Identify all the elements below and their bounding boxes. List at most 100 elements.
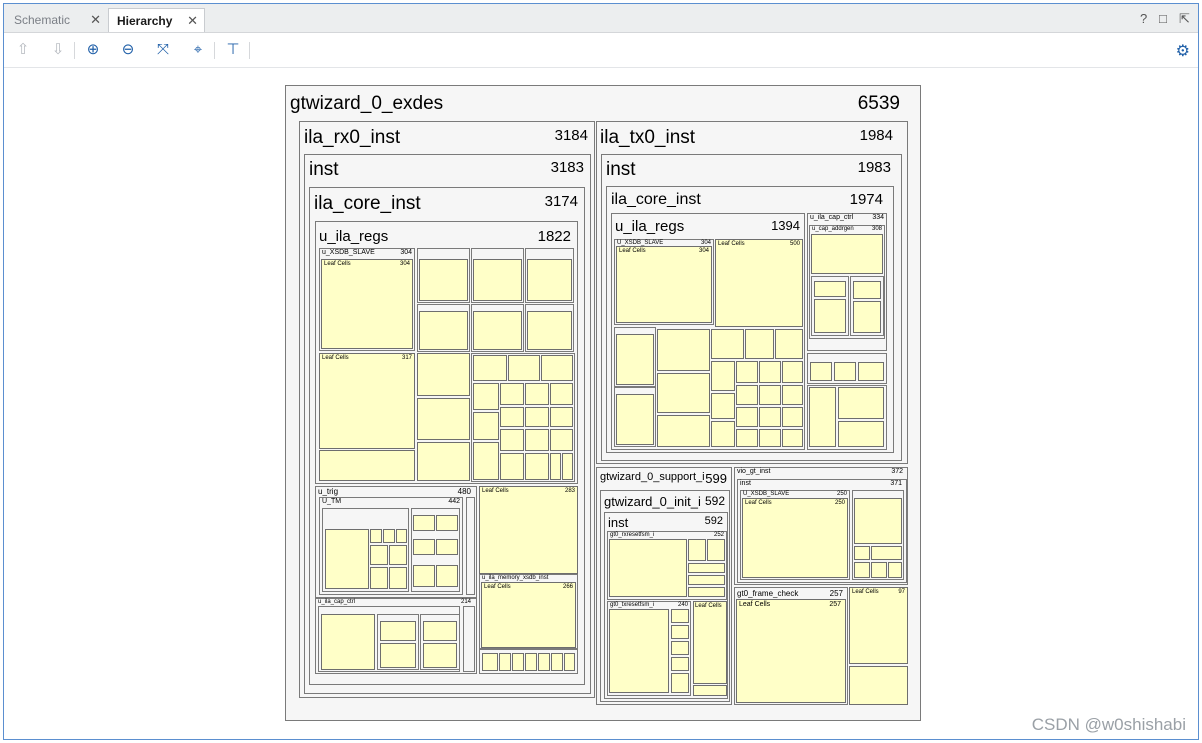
leaf-cells[interactable] xyxy=(782,429,803,447)
leaf-cells[interactable] xyxy=(538,653,550,671)
treemap-block[interactable] xyxy=(471,353,575,482)
leaf-cells[interactable] xyxy=(745,329,774,359)
leaf-cells[interactable] xyxy=(499,653,511,671)
leaf-cells[interactable] xyxy=(527,259,572,301)
help-icon[interactable]: ? xyxy=(1140,12,1147,26)
treemap-block[interactable] xyxy=(411,508,460,592)
treemap-block-rx-xsdb[interactable]: u_XSDB_SLAVE 304 Leaf Cells 304 xyxy=(319,248,415,351)
leaf-cells[interactable] xyxy=(551,653,563,671)
leaf-cells[interactable] xyxy=(419,259,468,301)
leaf-cells[interactable] xyxy=(413,515,435,531)
treemap-block-tx-xsdb[interactable]: U_XSDB_SLAVE 304 Leaf Cells 304 xyxy=(614,239,714,325)
gear-icon[interactable]: ⚙ xyxy=(1176,41,1190,61)
leaf-cells[interactable] xyxy=(838,387,884,419)
treemap-block[interactable] xyxy=(377,614,419,670)
leaf-cells[interactable] xyxy=(473,311,522,350)
treemap-block-frame-check[interactable]: gt0_frame_check 257 Leaf Cells 257 xyxy=(734,587,848,705)
leaf-cells[interactable] xyxy=(853,281,881,299)
leaf-cells[interactable] xyxy=(616,394,654,445)
treemap-block-tx-inst[interactable]: inst 1983 ila_core_inst 1974 u_ila_regs … xyxy=(601,154,902,461)
leaf-cells[interactable]: Leaf Cells 283 xyxy=(479,486,578,574)
leaf-cells[interactable] xyxy=(413,539,435,555)
leaf-cells[interactable] xyxy=(711,329,744,359)
treemap-block-tx-core[interactable]: ila_core_inst 1974 u_ila_regs 1394 U_XSD… xyxy=(606,186,894,453)
down-arrow-icon[interactable]: ⇩ xyxy=(48,41,68,59)
leaf-cells[interactable] xyxy=(413,565,435,587)
treemap-block[interactable] xyxy=(322,508,409,592)
leaf-cells[interactable] xyxy=(834,362,856,381)
leaf-cells[interactable] xyxy=(736,385,758,405)
layout-icon[interactable]: ⊤ xyxy=(223,41,243,59)
leaf-cells[interactable] xyxy=(482,653,498,671)
leaf-cells[interactable] xyxy=(562,453,573,480)
leaf-cells[interactable]: Leaf Cells 317 xyxy=(319,353,415,449)
leaf-cells[interactable] xyxy=(671,609,689,623)
leaf-cells[interactable] xyxy=(888,562,902,578)
leaf-cells[interactable] xyxy=(858,362,884,381)
treemap-block[interactable] xyxy=(420,614,460,670)
treemap-block-vio-inst[interactable]: inst 371 U_XSDB_SLAVE 250 Leaf Cells 250 xyxy=(737,479,907,583)
leaf-cells[interactable]: Leaf Cells 97 xyxy=(849,587,908,664)
treemap-block[interactable] xyxy=(525,248,574,303)
leaf-cells[interactable] xyxy=(657,415,710,447)
treemap-block-init[interactable]: gtwizard_0_init_i 592 inst 592 gt0_rxres… xyxy=(600,490,730,702)
treemap-block-rx-resetfsm[interactable]: gt0_rxresetfsm_i 252 xyxy=(607,531,727,600)
leaf-cells[interactable] xyxy=(436,565,458,587)
leaf-cells[interactable] xyxy=(759,429,781,447)
treemap-block-init-inst[interactable]: inst 592 gt0_rxresetfsm_i 252 gt0_txrese… xyxy=(604,512,728,699)
close-icon[interactable]: ✕ xyxy=(90,8,101,32)
leaf-cells[interactable] xyxy=(838,421,884,447)
leaf-cells[interactable] xyxy=(782,361,803,383)
treemap-block[interactable] xyxy=(417,304,470,352)
leaf-cells[interactable] xyxy=(736,407,758,427)
zoom-in-icon[interactable]: ⊕ xyxy=(83,41,103,59)
treemap-block[interactable] xyxy=(807,353,887,384)
close-icon[interactable]: ✕ xyxy=(187,9,198,33)
leaf-cells[interactable] xyxy=(759,361,781,383)
leaf-cells[interactable] xyxy=(671,641,689,655)
leaf-cells[interactable]: Leaf Cells 257 xyxy=(736,599,846,703)
leaf-cells[interactable] xyxy=(550,453,561,480)
leaf-cells[interactable] xyxy=(380,643,416,668)
treemap-block[interactable] xyxy=(466,497,475,595)
leaf-cells[interactable] xyxy=(423,621,457,641)
treemap-block[interactable] xyxy=(318,606,460,672)
leaf-cells[interactable] xyxy=(419,311,468,350)
leaf-cells[interactable] xyxy=(550,407,573,427)
leaf-cells[interactable] xyxy=(321,614,375,670)
leaf-cells[interactable] xyxy=(871,546,902,560)
leaf-cells[interactable] xyxy=(811,234,883,274)
treemap-block-rx-trig[interactable]: u_trig 480 U_TM 442 xyxy=(315,486,477,598)
treemap-block[interactable] xyxy=(807,385,887,450)
treemap-block[interactable] xyxy=(417,248,470,303)
treemap-block-ila-rx0[interactable]: ila_rx0_inst 3184 inst 3183 ila_core_ins… xyxy=(299,121,595,698)
leaf-cells[interactable] xyxy=(370,567,388,589)
leaf-cells[interactable] xyxy=(325,529,369,589)
treemap-block-support[interactable]: gtwizard_0_support_i 599 gtwizard_0_init… xyxy=(596,467,732,705)
leaf-cells[interactable] xyxy=(688,575,725,585)
leaf-cells[interactable] xyxy=(775,329,803,359)
leaf-cells[interactable] xyxy=(541,355,573,381)
treemap-block-rx-regs[interactable]: u_ila_regs 1822 u_XSDB_SLAVE 304 Leaf Ce… xyxy=(315,221,578,484)
leaf-cells[interactable] xyxy=(319,450,415,481)
leaf-cells[interactable] xyxy=(370,529,382,543)
maximize-icon[interactable]: □ xyxy=(1159,12,1167,26)
leaf-cells[interactable]: Leaf Cells 266 xyxy=(481,582,576,648)
treemap-block-ila-tx0[interactable]: ila_tx0_inst 1984 inst 1983 ila_core_ins… xyxy=(596,121,908,464)
leaf-cells[interactable] xyxy=(473,383,499,410)
treemap-block[interactable] xyxy=(614,387,656,447)
leaf-cells[interactable] xyxy=(759,407,781,427)
leaf-cells[interactable] xyxy=(550,383,573,405)
leaf-cells[interactable] xyxy=(707,539,725,561)
leaf-cells[interactable] xyxy=(814,281,846,297)
treemap-block[interactable] xyxy=(479,649,578,674)
leaf-cells[interactable] xyxy=(782,385,803,405)
leaf-cells[interactable] xyxy=(525,383,549,405)
leaf-cells[interactable] xyxy=(500,407,524,427)
treemap-block-vio-xsdb[interactable]: U_XSDB_SLAVE 250 Leaf Cells 250 xyxy=(740,490,850,580)
leaf-cells[interactable] xyxy=(759,385,781,405)
leaf-cells[interactable] xyxy=(417,353,470,396)
treemap-block[interactable] xyxy=(811,276,849,336)
leaf-cells[interactable] xyxy=(736,361,758,383)
treemap-block-vio[interactable]: vio_gt_inst 372 inst 371 U_XSDB_SLAVE 25… xyxy=(734,467,908,585)
